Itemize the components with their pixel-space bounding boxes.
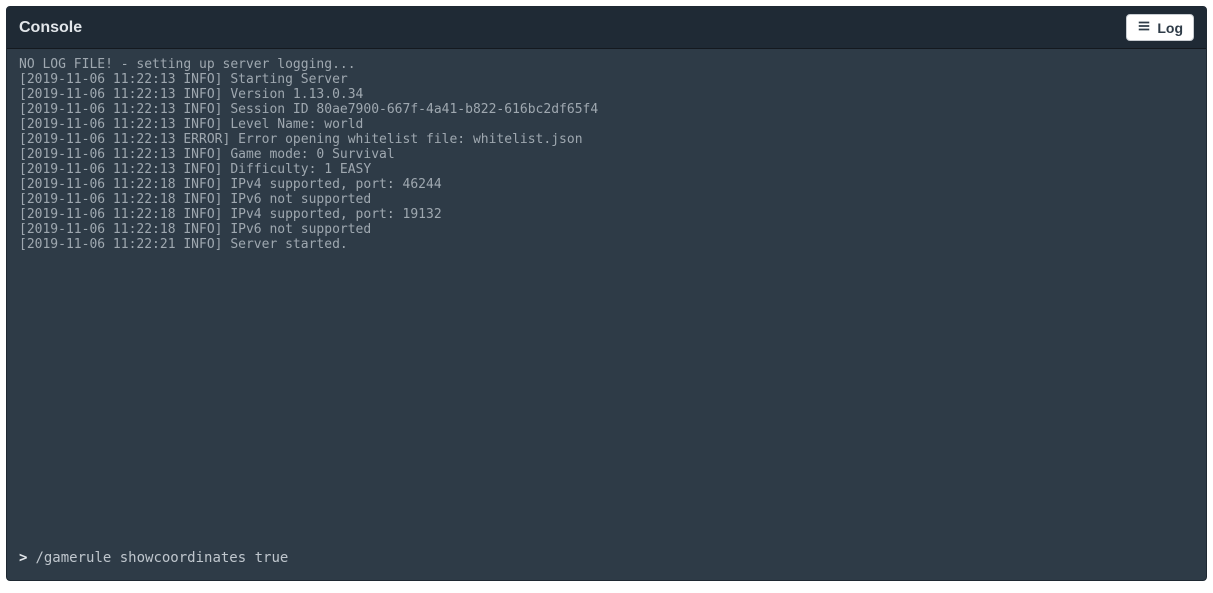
- prompt-symbol: >: [19, 550, 27, 566]
- console-line: NO LOG FILE! - setting up server logging…: [19, 57, 1194, 72]
- console-line: [2019-11-06 11:22:18 INFO] IPv6 not supp…: [19, 192, 1194, 207]
- console-line: [2019-11-06 11:22:13 INFO] Version 1.13.…: [19, 87, 1194, 102]
- console-line: [2019-11-06 11:22:13 INFO] Starting Serv…: [19, 72, 1194, 87]
- console-output[interactable]: NO LOG FILE! - setting up server logging…: [7, 49, 1206, 544]
- console-line: [2019-11-06 11:22:13 ERROR] Error openin…: [19, 132, 1194, 147]
- panel-header: Console Log: [7, 7, 1206, 49]
- console-line: [2019-11-06 11:22:13 INFO] Level Name: w…: [19, 117, 1194, 132]
- console-line: [2019-11-06 11:22:13 INFO] Game mode: 0 …: [19, 147, 1194, 162]
- log-button-label: Log: [1157, 20, 1183, 36]
- console-line: [2019-11-06 11:22:13 INFO] Session ID 80…: [19, 102, 1194, 117]
- console-input-row: >: [7, 544, 1206, 580]
- panel-title: Console: [19, 19, 82, 37]
- list-icon: [1137, 19, 1151, 36]
- log-button[interactable]: Log: [1126, 14, 1194, 41]
- console-line: [2019-11-06 11:22:18 INFO] IPv6 not supp…: [19, 222, 1194, 237]
- console-line: [2019-11-06 11:22:13 INFO] Difficulty: 1…: [19, 162, 1194, 177]
- console-line: [2019-11-06 11:22:18 INFO] IPv4 supporte…: [19, 207, 1194, 222]
- console-line: [2019-11-06 11:22:21 INFO] Server starte…: [19, 237, 1194, 252]
- console-line: [2019-11-06 11:22:18 INFO] IPv4 supporte…: [19, 177, 1194, 192]
- console-input[interactable]: [35, 550, 1194, 566]
- console-panel: Console Log NO LOG FILE! - setting up se…: [6, 6, 1207, 581]
